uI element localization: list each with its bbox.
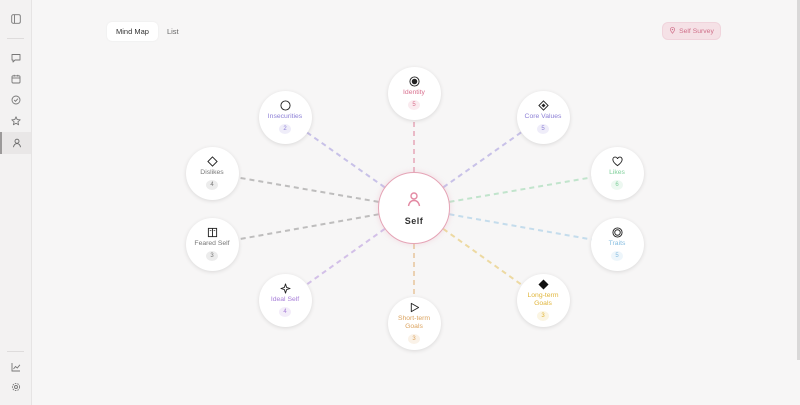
node-feared-self[interactable]: Feared Self 3	[185, 217, 239, 271]
node-label: Long-term Goals	[527, 292, 559, 307]
node-label: Feared Self	[194, 240, 230, 247]
person-icon	[406, 191, 422, 212]
node-count-badge: 3	[537, 311, 549, 321]
node-label: Likes	[609, 169, 625, 176]
node-count-badge: 4	[279, 307, 291, 317]
node-ideal-self[interactable]: Ideal Self 4	[258, 273, 312, 327]
node-label: Ideal Self	[270, 296, 300, 303]
node-likes[interactable]: Likes 6	[590, 146, 644, 200]
play-icon	[409, 302, 420, 313]
node-label: Core Values	[524, 113, 562, 120]
node-long-term-goals[interactable]: Long-term Goals 3	[516, 273, 570, 327]
node-count-badge: 5	[537, 124, 549, 134]
node-count-badge: 5	[611, 251, 623, 261]
target-icon	[408, 76, 420, 87]
center-node-self[interactable]: Self	[378, 172, 450, 244]
node-label: Short-term Goals	[397, 315, 431, 330]
node-traits[interactable]: Traits 5	[590, 217, 644, 271]
node-short-term-goals[interactable]: Short-term Goals 3	[387, 296, 441, 350]
node-count-badge: 6	[611, 180, 623, 190]
diamond-outline-icon	[206, 156, 218, 167]
circle-icon	[279, 100, 291, 111]
node-count-badge: 5	[408, 100, 420, 110]
node-label: Identity	[403, 89, 425, 96]
node-count-badge: 2	[279, 124, 291, 134]
node-dislikes[interactable]: Dislikes 4	[185, 146, 239, 200]
sparkle-icon	[279, 283, 291, 294]
node-count-badge: 3	[408, 334, 420, 344]
diamond-dot-icon	[537, 100, 549, 111]
book-icon	[207, 227, 218, 238]
ring-icon	[611, 227, 623, 238]
node-core-values[interactable]: Core Values 5	[516, 90, 570, 144]
node-label: Traits	[608, 240, 626, 247]
center-node-label: Self	[404, 215, 424, 226]
node-count-badge: 4	[206, 180, 218, 190]
node-insecurities[interactable]: Insecurities 2	[258, 90, 312, 144]
diamond-filled-icon	[537, 279, 549, 290]
node-label: Dislikes	[200, 169, 224, 176]
node-count-badge: 3	[206, 251, 218, 261]
node-identity[interactable]: Identity 5	[387, 66, 441, 120]
node-label: Insecurities	[267, 113, 303, 120]
heart-icon	[611, 156, 623, 167]
